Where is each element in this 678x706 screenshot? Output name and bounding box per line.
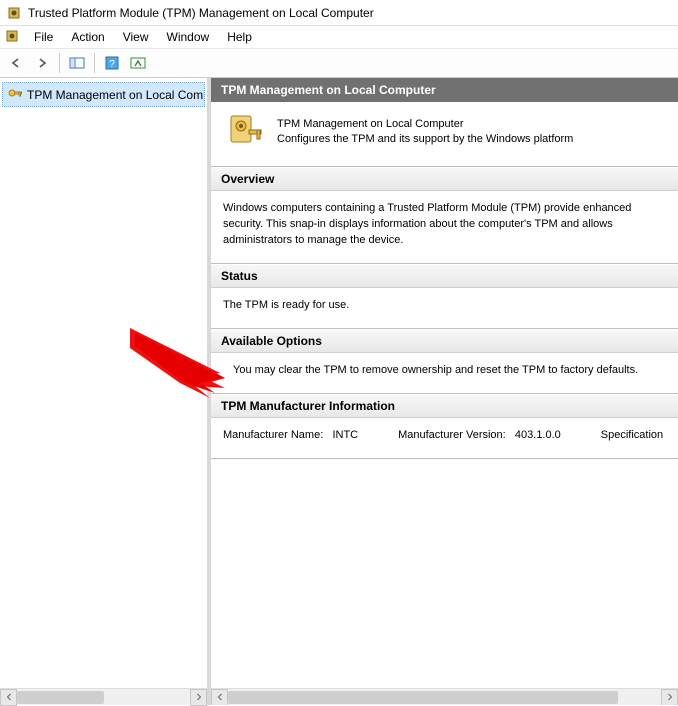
refresh-button[interactable] — [126, 51, 150, 75]
tpm-key-large-icon — [225, 112, 265, 152]
options-heading: Available Options — [211, 329, 678, 353]
forward-button[interactable] — [30, 51, 54, 75]
svg-text:?: ? — [109, 59, 115, 70]
section-available-options: Available Options You may clear the TPM … — [211, 329, 678, 394]
tree-item-tpm-root[interactable]: TPM Management on Local Comp — [2, 82, 205, 107]
menu-window[interactable]: Window — [159, 28, 218, 46]
help-button[interactable]: ? — [100, 51, 124, 75]
menu-action[interactable]: Action — [63, 28, 112, 46]
back-button[interactable] — [4, 51, 28, 75]
content-pane: TPM Management on Local Computer TPM Man… — [211, 78, 678, 705]
titlebar: Trusted Platform Module (TPM) Management… — [0, 0, 678, 26]
toolbar-separator — [94, 53, 95, 73]
tree-content: TPM Management on Local Comp — [0, 78, 207, 688]
intro-text: TPM Management on Local Computer Configu… — [277, 117, 573, 147]
menubar: File Action View Window Help — [0, 26, 678, 48]
content-body: TPM Management on Local Computer Configu… — [211, 102, 678, 688]
intro-title: TPM Management on Local Computer — [277, 117, 573, 132]
tpm-chip-icon — [6, 5, 22, 21]
section-overview: Overview Windows computers containing a … — [211, 167, 678, 264]
section-manufacturer: TPM Manufacturer Information Manufacture… — [211, 394, 678, 459]
mfr-name-label: Manufacturer Name: — [223, 429, 323, 441]
content-header: TPM Management on Local Computer — [211, 78, 678, 102]
scroll-right-icon[interactable] — [190, 689, 207, 706]
section-status: Status The TPM is ready for use. — [211, 264, 678, 329]
overview-body: Windows computers containing a Trusted P… — [211, 191, 678, 263]
scrollbar-track[interactable] — [17, 689, 190, 706]
mfr-body: Manufacturer Name: INTC Manufacturer Ver… — [211, 418, 678, 458]
intro-subtitle: Configures the TPM and its support by th… — [277, 132, 573, 147]
scrollbar-thumb[interactable] — [17, 691, 104, 704]
intro-block: TPM Management on Local Computer Configu… — [211, 102, 678, 167]
status-heading: Status — [211, 264, 678, 288]
options-body: You may clear the TPM to remove ownershi… — [211, 353, 678, 393]
status-body: The TPM is ready for use. — [211, 288, 678, 328]
menu-file[interactable]: File — [26, 28, 61, 46]
window-title: Trusted Platform Module (TPM) Management… — [28, 6, 374, 20]
tree-horizontal-scrollbar[interactable] — [0, 688, 207, 705]
mfr-version: Manufacturer Version: 403.1.0.0 — [398, 428, 561, 444]
content-horizontal-scrollbar[interactable] — [211, 688, 678, 705]
scroll-left-icon[interactable] — [211, 689, 228, 706]
tpm-chip-icon-small — [4, 28, 20, 47]
scroll-right-icon[interactable] — [661, 689, 678, 706]
workspace: TPM Management on Local Comp TPM Managem… — [0, 78, 678, 705]
show-hide-tree-button[interactable] — [65, 51, 89, 75]
toolbar: ? — [0, 48, 678, 78]
toolbar-separator — [59, 53, 60, 73]
mfr-name: Manufacturer Name: INTC — [223, 428, 358, 444]
scrollbar-track[interactable] — [228, 689, 661, 706]
mfr-version-value: 403.1.0.0 — [515, 429, 561, 441]
mfr-row: Manufacturer Name: INTC Manufacturer Ver… — [223, 428, 666, 444]
mfr-heading: TPM Manufacturer Information — [211, 394, 678, 418]
mfr-name-value: INTC — [332, 429, 358, 441]
mfr-version-label: Manufacturer Version: — [398, 429, 506, 441]
scrollbar-thumb[interactable] — [228, 691, 618, 704]
menu-view[interactable]: View — [115, 28, 157, 46]
tpm-key-icon — [7, 85, 23, 104]
overview-heading: Overview — [211, 167, 678, 191]
mfr-spec: Specification Ver — [601, 428, 666, 444]
menu-help[interactable]: Help — [219, 28, 260, 46]
scroll-left-icon[interactable] — [0, 689, 17, 706]
mfr-spec-label: Specification Ver — [601, 429, 666, 441]
tree-pane: TPM Management on Local Comp — [0, 78, 211, 705]
tree-item-label: TPM Management on Local Comp — [27, 88, 205, 102]
